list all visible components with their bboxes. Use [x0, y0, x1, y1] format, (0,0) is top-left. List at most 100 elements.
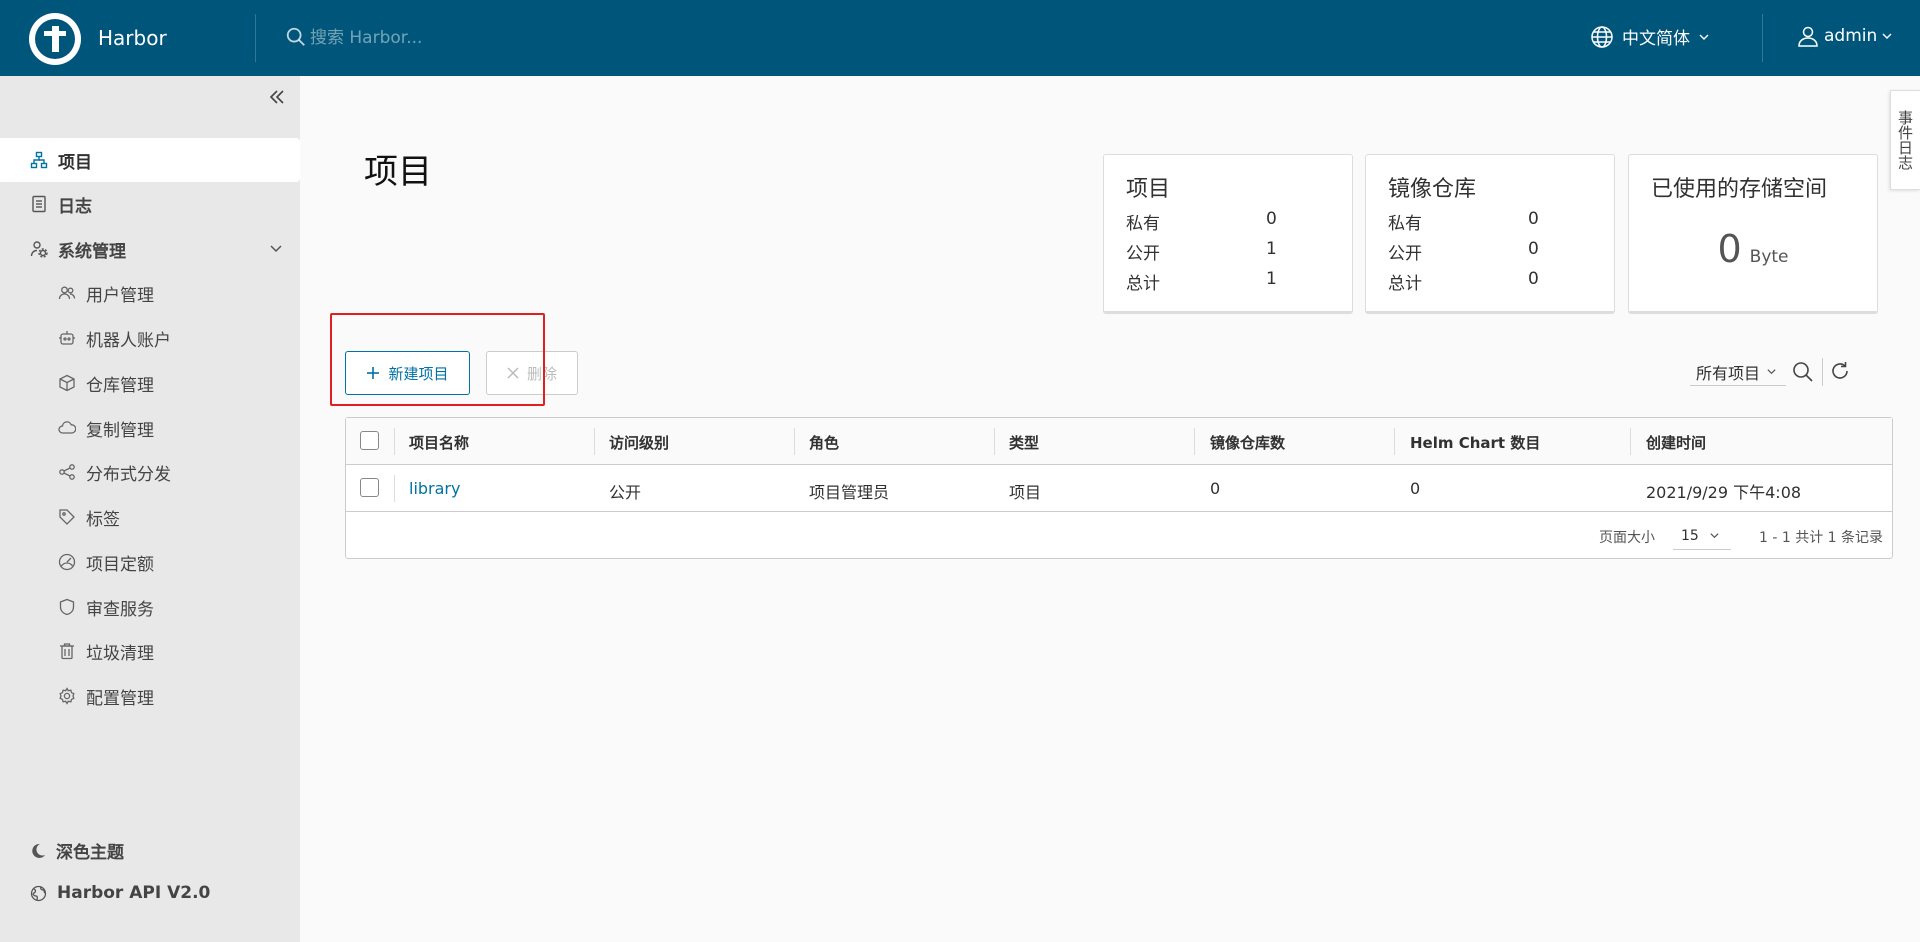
column-separator — [994, 428, 995, 455]
column-header-repo-count[interactable]: 镜像仓库数 — [1210, 432, 1285, 453]
header-divider — [255, 14, 256, 62]
stat-private: 私有 0 — [1126, 209, 1277, 234]
new-project-button[interactable]: 新建项目 — [345, 351, 470, 395]
filter-value: 所有项目 — [1696, 363, 1761, 383]
top-header: Harbor 中文简体 admin — [0, 0, 1920, 76]
repository-stats-card: 镜像仓库 私有 0 公开 0 总计 0 — [1365, 154, 1615, 314]
theme-label: 深色主题 — [56, 843, 124, 863]
chevron-down-icon — [1699, 34, 1709, 40]
api-globe-icon — [30, 885, 47, 901]
project-tree-icon — [30, 151, 48, 169]
language-selector[interactable]: 中文简体 — [1590, 24, 1710, 49]
sidebar-item-replication[interactable]: 复制管理 — [0, 406, 300, 450]
sidebar-item-label: 标签 — [86, 509, 120, 530]
refresh-icon[interactable] — [1829, 360, 1851, 382]
sidebar-item-registries[interactable]: 仓库管理 — [0, 361, 300, 405]
cell-creation-time: 2021/9/29 下午4:08 — [1646, 483, 1802, 502]
chevron-down-icon — [1882, 33, 1892, 39]
plus-icon — [367, 367, 380, 379]
column-separator — [594, 428, 595, 455]
sidebar-item-label: 日志 — [58, 196, 92, 217]
sidebar-item-label: 项目定额 — [86, 554, 154, 575]
sidebar-item-garbage-collection[interactable]: 垃圾清理 — [0, 629, 300, 673]
toolbar-divider — [1822, 358, 1823, 386]
stat-total: 总计 0 — [1388, 269, 1539, 294]
sidebar-item-label: 审查服务 — [86, 599, 154, 620]
sidebar-item-users[interactable]: 用户管理 — [0, 271, 300, 315]
sidebar-item-logs[interactable]: 日志 — [0, 182, 300, 226]
column-header-role[interactable]: 角色 — [809, 432, 839, 453]
sidebar-item-label: 用户管理 — [86, 285, 154, 306]
stat-public: 公开 0 — [1388, 239, 1539, 264]
sidebar-item-interrogation[interactable]: 审查服务 — [0, 585, 300, 629]
header-divider — [1762, 14, 1763, 62]
delete-label: 删除 — [526, 364, 557, 383]
gear-icon — [58, 687, 76, 705]
collapse-sidebar-icon[interactable] — [268, 88, 286, 106]
trash-icon — [58, 642, 76, 660]
search-icon[interactable] — [1791, 360, 1815, 384]
chevron-down-icon[interactable] — [268, 241, 284, 257]
column-header-name[interactable]: 项目名称 — [409, 432, 469, 453]
user-name: admin — [1824, 26, 1878, 46]
cell-helm-chart-count: 0 — [1410, 479, 1421, 498]
project-stats-card: 项目 私有 0 公开 1 总计 1 — [1103, 154, 1353, 314]
pagination-summary: 1 - 1 共计 1 条记录 — [1759, 530, 1884, 546]
project-name-link[interactable]: library — [409, 479, 460, 498]
chevron-down-icon — [1710, 533, 1719, 539]
page-size-value: 15 — [1681, 527, 1699, 544]
sidebar-item-label: 配置管理 — [86, 688, 154, 709]
cloud-sync-icon — [58, 419, 76, 437]
delete-button[interactable]: 删除 — [486, 351, 578, 395]
log-icon — [30, 195, 48, 213]
projects-table: 项目名称 访问级别 角色 类型 镜像仓库数 Helm Chart 数目 创建时间… — [345, 417, 1893, 559]
column-separator — [394, 428, 395, 455]
user-icon — [1798, 26, 1818, 47]
column-header-helm-chart-count[interactable]: Helm Chart 数目 — [1410, 432, 1540, 453]
sidebar-item-robot-accounts[interactable]: 机器人账户 — [0, 316, 300, 360]
sidebar-item-projects[interactable]: 项目 — [0, 138, 300, 182]
page-title: 项目 — [364, 152, 432, 192]
column-header-access[interactable]: 访问级别 — [609, 432, 669, 453]
sidebar-item-label: 垃圾清理 — [86, 643, 154, 664]
language-label: 中文简体 — [1622, 29, 1690, 49]
cell-repo-count: 0 — [1210, 479, 1221, 498]
sidebar: 项目 日志 系统管理 用户管理 机器人账户 仓库管理 复制管理 分布式分发 标签… — [0, 76, 300, 942]
column-separator — [394, 475, 395, 502]
sidebar-item-distribution[interactable]: 分布式分发 — [0, 450, 300, 494]
sidebar-item-system-admin[interactable]: 系统管理 — [0, 227, 300, 271]
sidebar-item-configuration[interactable]: 配置管理 — [0, 674, 300, 718]
page-size-select[interactable]: 15 — [1673, 522, 1731, 550]
stat-public: 公开 1 — [1126, 239, 1277, 264]
column-separator — [794, 428, 795, 455]
api-label: Harbor API V2.0 — [57, 883, 211, 903]
harbor-logo[interactable] — [29, 13, 81, 65]
table-row: library 公开 项目管理员 项目 0 0 2021/9/29 下午4:08 — [346, 465, 1892, 512]
project-filter-select[interactable]: 所有项目 — [1690, 358, 1786, 386]
sidebar-item-label: 机器人账户 — [86, 330, 171, 351]
select-all-checkbox[interactable] — [360, 431, 379, 450]
robot-icon — [58, 329, 76, 347]
sidebar-item-labels[interactable]: 标签 — [0, 495, 300, 539]
sidebar-item-quotas[interactable]: 项目定额 — [0, 540, 300, 584]
page-size-label: 页面大小 — [1599, 530, 1655, 546]
card-title: 已使用的存储空间 — [1651, 177, 1828, 202]
user-menu[interactable]: admin — [1796, 24, 1893, 48]
cell-type: 项目 — [1009, 483, 1042, 502]
brand-name[interactable]: Harbor — [98, 26, 167, 50]
search-icon[interactable] — [285, 26, 307, 48]
shield-icon — [58, 598, 76, 616]
dark-theme-toggle[interactable]: 深色主题 — [30, 838, 124, 863]
storage-value: 0 Byte — [1717, 227, 1789, 271]
sidebar-item-label: 项目 — [58, 152, 92, 173]
event-log-tab[interactable]: 事件日志 — [1890, 90, 1920, 190]
storage-stats-card: 已使用的存储空间 0 Byte — [1628, 154, 1878, 314]
column-header-type[interactable]: 类型 — [1009, 432, 1039, 453]
close-icon — [507, 367, 519, 379]
global-search-input[interactable] — [310, 26, 610, 50]
sidebar-item-label: 系统管理 — [58, 241, 126, 262]
row-checkbox[interactable] — [360, 478, 379, 497]
column-header-creation-time[interactable]: 创建时间 — [1646, 432, 1706, 453]
harbor-api-link[interactable]: Harbor API V2.0 — [30, 883, 210, 903]
new-project-label: 新建项目 — [388, 364, 449, 383]
